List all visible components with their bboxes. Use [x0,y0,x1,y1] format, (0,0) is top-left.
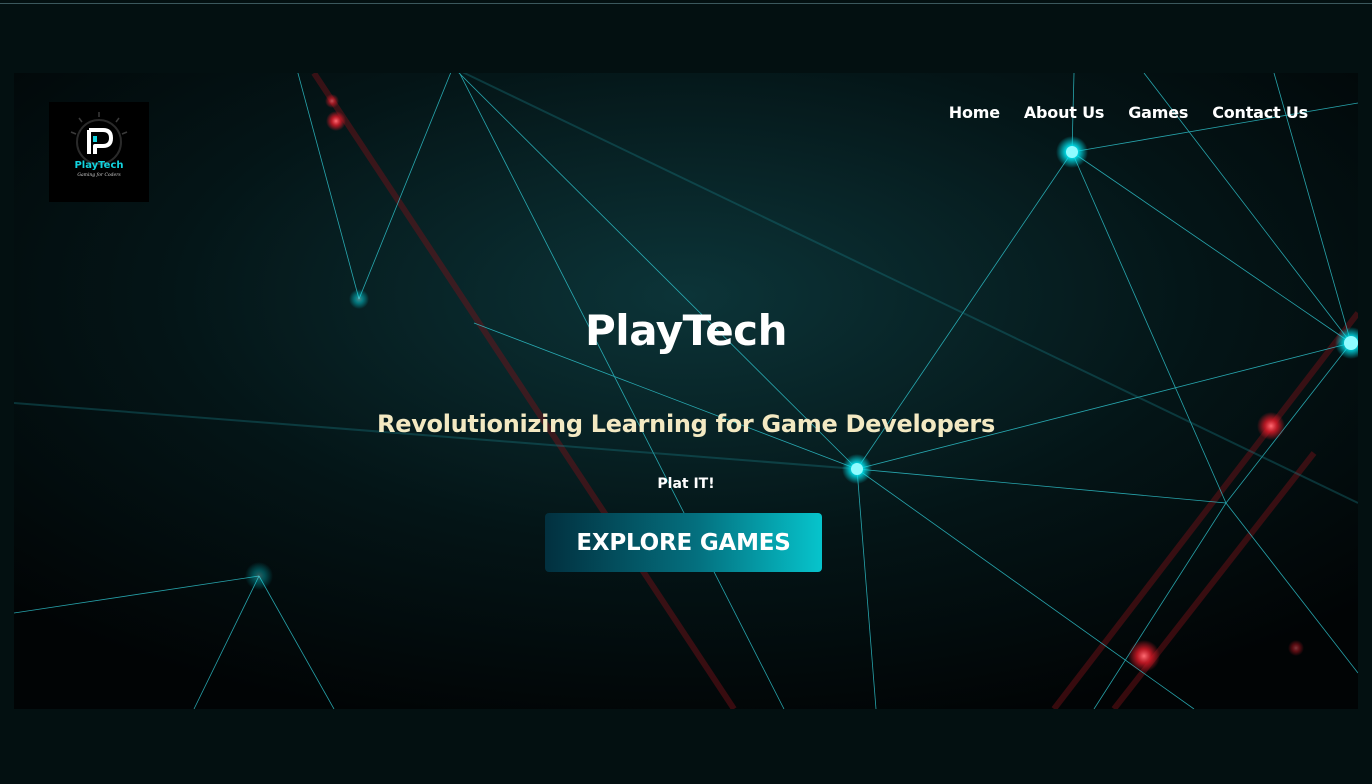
nav-games[interactable]: Games [1128,103,1188,122]
hero-title: PlayTech [585,306,787,355]
logo-tagline: Gaming for Coders [77,172,121,178]
logo[interactable]: PlayTech Gaming for Coders [49,102,149,202]
main-nav: Home About Us Games Contact Us [949,103,1308,122]
page: PlayTech Gaming for Coders Home About Us… [0,0,1372,784]
hero-tagline: Plat IT! [657,476,715,492]
top-divider [0,3,1372,4]
hero-section: PlayTech Gaming for Coders Home About Us… [14,73,1358,709]
hero-subtitle: Revolutionizing Learning for Game Develo… [377,410,995,438]
explore-games-button[interactable]: EXPLORE GAMES [545,513,822,572]
nav-about-us[interactable]: About Us [1024,103,1105,122]
playtech-logo-icon: PlayTech Gaming for Coders [70,112,128,178]
network-background [14,73,1358,709]
logo-text: PlayTech [74,160,123,171]
nav-home[interactable]: Home [949,103,1000,122]
nav-contact-us[interactable]: Contact Us [1212,103,1308,122]
